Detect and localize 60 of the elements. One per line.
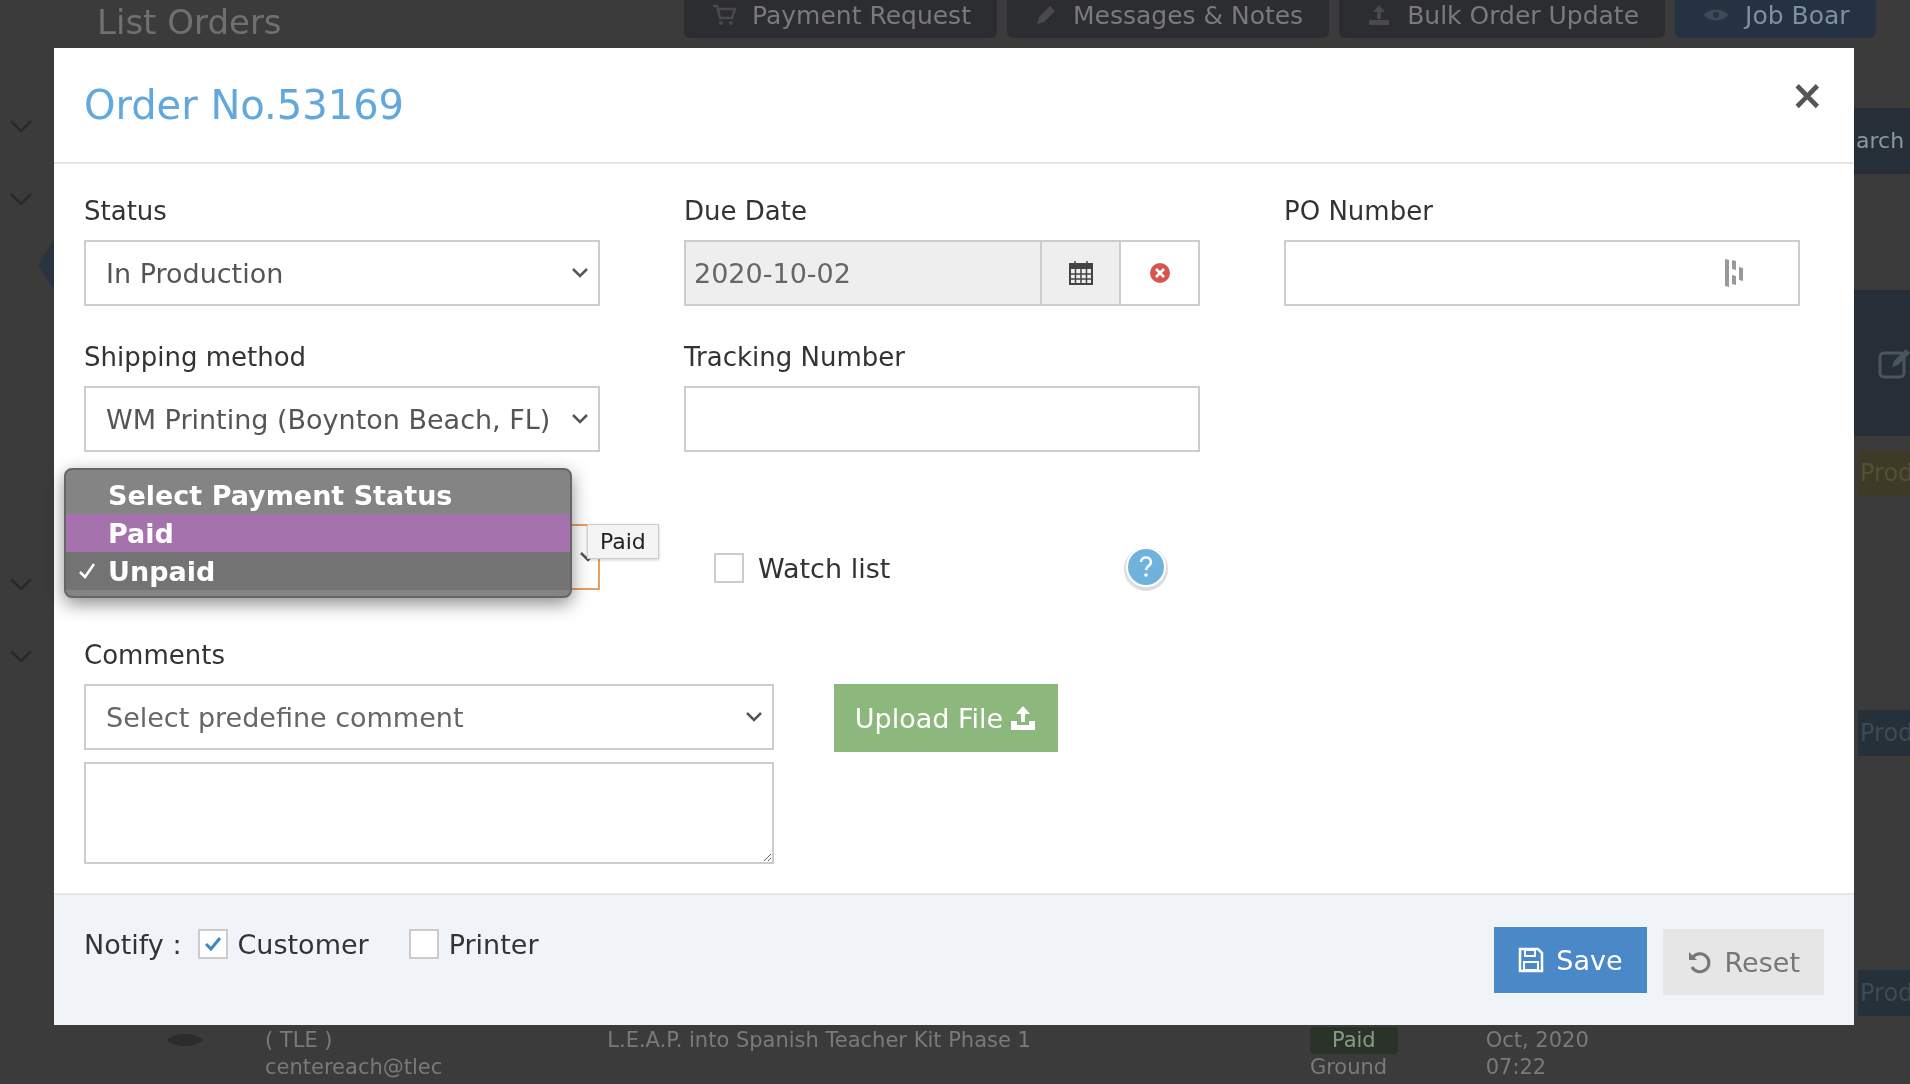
chevron-icon bbox=[572, 268, 588, 278]
checkbox[interactable] bbox=[714, 553, 744, 583]
bars-icon bbox=[1724, 258, 1744, 288]
dialog-title: Order No.53169 bbox=[84, 82, 405, 128]
field-label: PO Number bbox=[1284, 196, 1434, 226]
toolbar-button[interactable]: Messages & Notes bbox=[1006, 0, 1330, 38]
order-date: Oct, 2020 bbox=[1485, 1027, 1589, 1054]
edit-icon bbox=[1878, 347, 1910, 379]
order-time: 07:22 bbox=[1485, 1054, 1548, 1081]
checkbox-label: Watch list bbox=[758, 552, 891, 584]
toolbar-button[interactable]: Job Boar bbox=[1675, 0, 1876, 38]
date-field[interactable]: 2020-10-02 bbox=[684, 240, 1042, 306]
field-label: Status bbox=[84, 196, 168, 226]
checkbox[interactable] bbox=[408, 929, 439, 959]
upload-icon bbox=[1009, 705, 1038, 731]
upload-icon bbox=[1367, 4, 1392, 26]
checkbox-label: Customer bbox=[237, 928, 369, 960]
checkbox[interactable] bbox=[197, 929, 228, 959]
product-name: L.E.A.P. into Spanish Teacher Kit Phase 1 bbox=[607, 1027, 1031, 1054]
floppy-icon bbox=[1518, 947, 1545, 973]
clear-button[interactable] bbox=[1121, 240, 1200, 306]
clear-icon bbox=[1148, 262, 1171, 284]
check-icon bbox=[202, 934, 223, 954]
toolbar-button[interactable]: Payment Request bbox=[684, 0, 997, 38]
search-button[interactable]: arch bbox=[1854, 108, 1910, 174]
comment-select[interactable]: Select predefine comment bbox=[84, 684, 774, 750]
upload-button[interactable]: Upload File bbox=[834, 684, 1058, 752]
customer-name: ( TLE ) bbox=[265, 1027, 334, 1054]
close-button[interactable]: × bbox=[1790, 75, 1824, 115]
toolbar-button[interactable]: Bulk Order Update bbox=[1339, 0, 1666, 38]
menu-option[interactable]: Paid bbox=[66, 514, 570, 552]
notify-label: Notify : bbox=[84, 928, 182, 960]
field-label: Due Date bbox=[684, 196, 808, 226]
reset-button[interactable]: Reset bbox=[1662, 929, 1824, 995]
calendar-button[interactable] bbox=[1042, 240, 1121, 306]
check-icon bbox=[78, 562, 96, 580]
status-select[interactable]: In Production bbox=[84, 240, 600, 306]
chevron-icon bbox=[746, 712, 762, 722]
calendar-icon bbox=[1067, 260, 1094, 286]
po-number-field[interactable] bbox=[1284, 240, 1800, 306]
field-label: Comments bbox=[84, 640, 226, 670]
field-label: Shipping method bbox=[84, 342, 308, 372]
tracking-number-field[interactable] bbox=[684, 386, 1200, 452]
checkbox-label: Printer bbox=[448, 928, 539, 960]
cart-icon bbox=[712, 4, 736, 26]
tooltip: Paid bbox=[587, 524, 659, 559]
payment-tag: Paid bbox=[1309, 1027, 1398, 1054]
save-button[interactable]: Save bbox=[1494, 927, 1647, 993]
help-icon[interactable] bbox=[1122, 544, 1170, 592]
arrow-icon bbox=[38, 240, 54, 290]
undo-icon bbox=[1686, 949, 1713, 975]
menu-option[interactable]: Unpaid bbox=[66, 552, 570, 590]
pencil-icon bbox=[1034, 4, 1057, 26]
menu-option[interactable]: Select Payment Status bbox=[66, 476, 570, 514]
chevron-icon bbox=[572, 414, 588, 424]
shipping-select[interactable]: WM Printing (Boynton Beach, FL) bbox=[84, 386, 600, 452]
comment-textarea[interactable] bbox=[84, 762, 774, 864]
shipping-method: Ground bbox=[1309, 1054, 1388, 1081]
customer-email: centereach@tlec bbox=[265, 1054, 443, 1081]
field-label: Tracking Number bbox=[684, 342, 906, 372]
